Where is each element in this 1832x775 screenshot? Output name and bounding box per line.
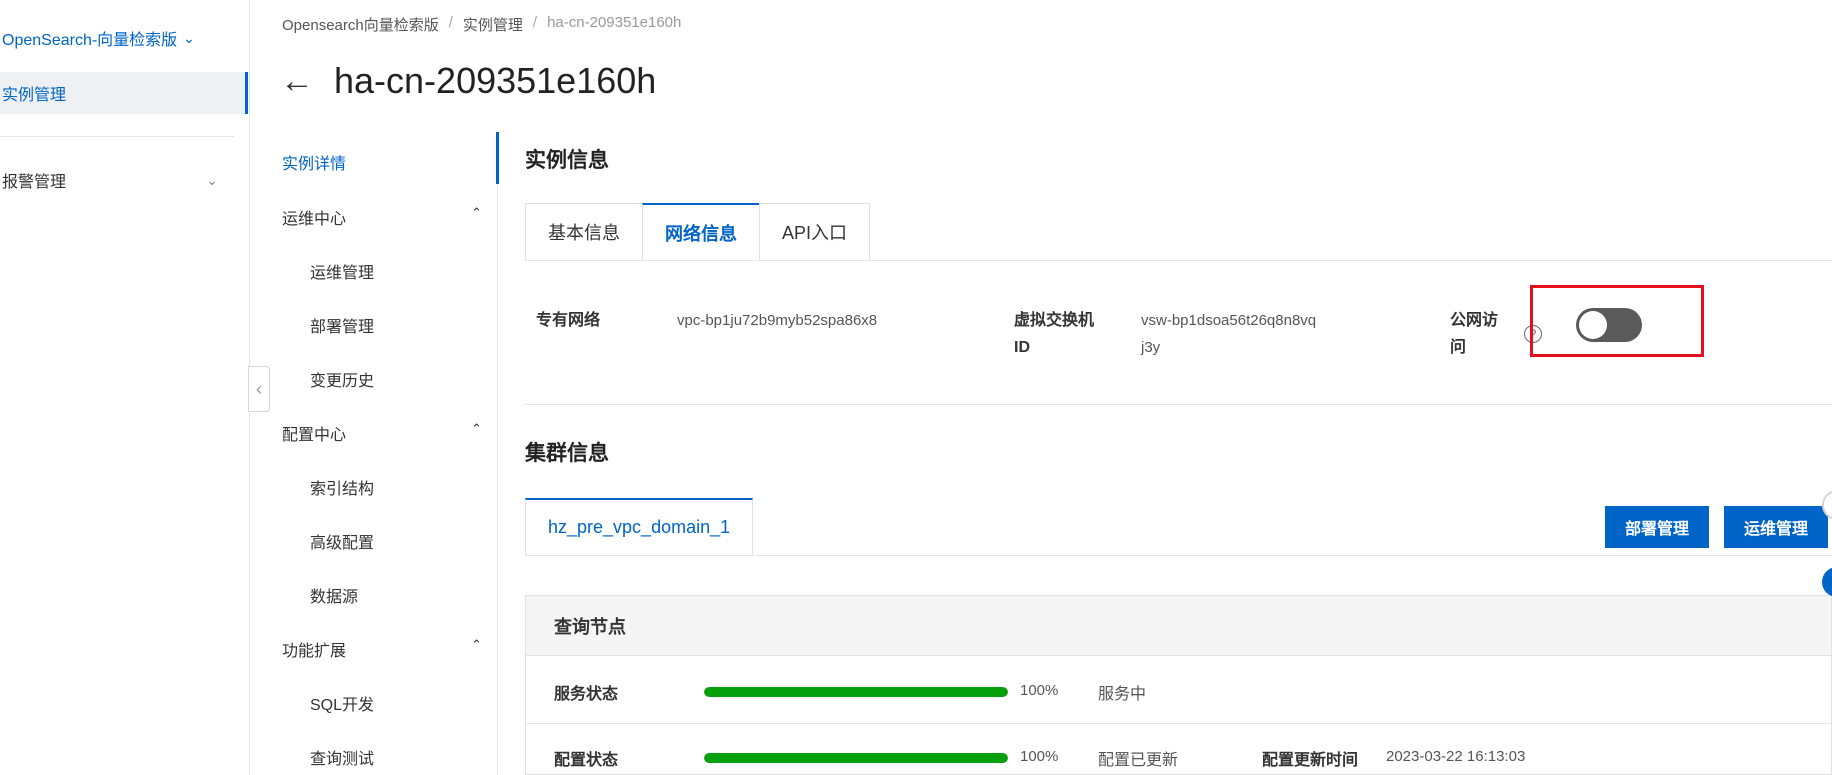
chevron-down-icon: ⌄ — [183, 29, 195, 46]
breadcrumb-current: ha-cn-209351e160h — [547, 14, 682, 31]
section-title-instance-info: 实例信息 — [525, 149, 609, 172]
service-status-value: 服务中 — [1098, 686, 1147, 703]
config-status-label: 配置状态 — [554, 752, 619, 769]
section-divider — [525, 404, 1832, 405]
nav-item-label: 实例管理 — [2, 87, 67, 104]
sub-nav-ops-management[interactable]: 运维管理 — [310, 259, 374, 283]
sub-nav-group-config-center[interactable]: 配置中心 ⌃ — [282, 421, 482, 445]
vswitch-label-line2: ID — [1014, 339, 1030, 356]
service-progress-percent: 100% — [1020, 682, 1059, 699]
config-progress-percent: 100% — [1020, 748, 1059, 765]
highlight-annotation-box — [1530, 285, 1704, 357]
tabs-underline — [525, 260, 1832, 261]
sub-nav-instance-detail[interactable]: 实例详情 — [282, 150, 346, 174]
vswitch-value-line1: vsw-bp1dsoa56t26q8n8vq — [1141, 312, 1317, 329]
instance-info-tabs: 基本信息 网络信息 API入口 — [525, 203, 871, 261]
sub-nav-advanced-config[interactable]: 高级配置 — [310, 529, 374, 553]
vswitch-label-line1: 虚拟交换机 — [1014, 312, 1095, 329]
sub-nav-deploy-management[interactable]: 部署管理 — [310, 313, 374, 337]
sub-nav-group-label: 配置中心 — [282, 427, 347, 444]
section-title-cluster-info: 集群信息 — [525, 442, 609, 465]
nav-divider — [0, 136, 234, 137]
config-progress-bar — [704, 753, 1008, 763]
vpc-label: 专有网络 — [536, 312, 601, 329]
service-progress-bar — [704, 687, 1008, 697]
sidebar-collapse-handle[interactable]: ‹ — [248, 366, 270, 412]
sub-nav-group-label: 运维中心 — [282, 211, 347, 228]
tabs-underline — [525, 555, 1832, 556]
sub-nav-sql-dev[interactable]: SQL开发 — [310, 691, 374, 715]
sub-nav-query-test[interactable]: 查询测试 — [310, 745, 374, 769]
nav-item-alarm-management[interactable]: 报警管理 ⌄ — [2, 168, 218, 192]
deploy-management-button[interactable]: 部署管理 — [1605, 506, 1710, 548]
breadcrumb-item[interactable]: Opensearch向量检索版 — [282, 14, 439, 35]
config-update-time-value: 2023-03-22 16:13:03 — [1386, 748, 1526, 765]
active-indicator — [496, 132, 499, 184]
sub-nav-group-ops-center[interactable]: 运维中心 ⌃ — [282, 205, 482, 229]
product-title: OpenSearch-向量检索版 — [2, 32, 178, 49]
page-title: ha-cn-209351e160h — [334, 60, 657, 101]
query-node-panel: 查询节点 服务状态 100% 服务中 配置状态 100% 配置已更新 配置更新时… — [525, 595, 1832, 775]
floating-help-button[interactable] — [1822, 567, 1832, 597]
breadcrumb-item[interactable]: 实例管理 — [463, 14, 523, 35]
chevron-up-icon: ⌃ — [471, 637, 482, 652]
row-divider — [526, 723, 1831, 724]
config-update-time-label: 配置更新时间 — [1262, 752, 1359, 769]
chevron-up-icon: ⌃ — [471, 205, 482, 220]
instance-sub-nav: 实例详情 运维中心 ⌃ 运维管理 部署管理 变更历史 配置中心 ⌃ 索引结构 高… — [250, 132, 499, 775]
sub-nav-group-extensions[interactable]: 功能扩展 ⌃ — [282, 637, 482, 661]
chevron-left-icon: ‹ — [256, 378, 262, 399]
ops-management-button[interactable]: 运维管理 — [1724, 506, 1829, 548]
progress-fill — [704, 753, 1008, 763]
tab-cluster-domain[interactable]: hz_pre_vpc_domain_1 — [525, 498, 754, 556]
vpc-value: vpc-bp1ju72b9myb52spa86x8 — [677, 312, 878, 329]
public-access-label-line1: 公网访 — [1450, 312, 1499, 329]
breadcrumb-separator: / — [448, 14, 453, 31]
vswitch-value-line2: j3y — [1141, 339, 1161, 356]
breadcrumb-separator: / — [532, 14, 538, 31]
sub-nav-data-source[interactable]: 数据源 — [310, 583, 358, 607]
page-header: ← ha-cn-209351e160h — [280, 60, 656, 102]
sub-nav-group-label: 功能扩展 — [282, 643, 347, 660]
back-arrow-icon[interactable]: ← — [280, 64, 314, 98]
tab-api-entry[interactable]: API入口 — [759, 203, 871, 261]
sub-nav-index-schema[interactable]: 索引结构 — [310, 475, 374, 499]
config-status-value: 配置已更新 — [1098, 752, 1179, 769]
progress-fill — [704, 687, 1008, 697]
sub-nav-change-history[interactable]: 变更历史 — [310, 367, 374, 391]
breadcrumb: Opensearch向量检索版 / 实例管理 / ha-cn-209351e16… — [282, 14, 681, 35]
public-access-label-line2: 问 — [1450, 339, 1467, 356]
product-switcher[interactable]: OpenSearch-向量检索版 ⌄ — [2, 26, 195, 50]
service-status-label: 服务状态 — [554, 686, 619, 703]
chevron-down-icon: ⌄ — [206, 171, 218, 188]
chevron-up-icon: ⌃ — [471, 421, 482, 436]
panel-title: 查询节点 — [526, 596, 1831, 656]
nav-item-label: 报警管理 — [2, 174, 67, 191]
nav-item-instance-management[interactable]: 实例管理 — [0, 72, 248, 114]
product-sidebar: OpenSearch-向量检索版 ⌄ 实例管理 报警管理 ⌄ — [0, 0, 250, 775]
tab-network-info[interactable]: 网络信息 — [642, 203, 759, 261]
tab-basic-info[interactable]: 基本信息 — [525, 203, 642, 261]
